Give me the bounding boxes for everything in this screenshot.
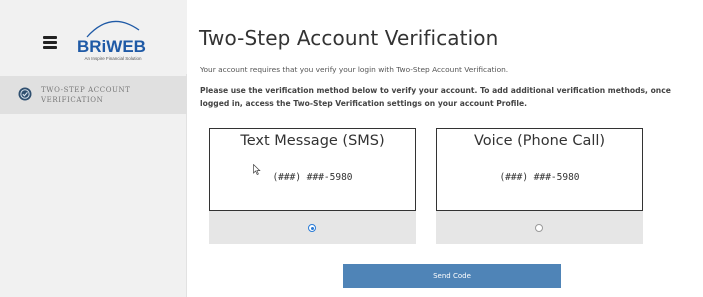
intro-text: Your account requires that you verify yo…: [200, 65, 509, 74]
voice-phone-number: (###) ###-5980: [499, 172, 580, 183]
svg-text:BRiWEB: BRiWEB: [77, 37, 146, 56]
page-title: Two-Step Account Verification: [199, 26, 499, 50]
sidebar-item-label: TWO-STEP ACCOUNT VERIFICATION: [41, 86, 131, 104]
voice-radio-area[interactable]: [436, 211, 643, 244]
voice-method-title: Voice (Phone Call): [473, 133, 606, 149]
sms-phone-number: (###) ###-5980: [272, 172, 353, 183]
sms-radio-area[interactable]: [209, 211, 416, 244]
sms-method-card[interactable]: Text Message (SMS) (###) ###-5980: [209, 128, 416, 244]
sidebar-item-two-step-verification[interactable]: TWO-STEP ACCOUNT VERIFICATION: [0, 76, 187, 114]
logo-tagline: An Inspire Financial Solution: [84, 56, 142, 61]
sms-method-title: Text Message (SMS): [240, 133, 385, 149]
send-code-button[interactable]: Send Code: [343, 264, 561, 288]
mouse-cursor-icon: [253, 164, 261, 175]
sidebar: BRiWEB An Inspire Financial Solution TWO…: [0, 0, 187, 297]
voice-method-box[interactable]: Voice (Phone Call) (###) ###-5980: [436, 128, 643, 211]
voice-method-card[interactable]: Voice (Phone Call) (###) ###-5980: [436, 128, 643, 244]
hamburger-menu-icon[interactable]: [43, 36, 57, 49]
sms-method-box[interactable]: Text Message (SMS) (###) ###-5980: [209, 128, 416, 211]
verification-badge-icon: [18, 87, 32, 101]
sms-radio-button[interactable]: [308, 224, 316, 232]
voice-radio-button[interactable]: [535, 224, 543, 232]
instructions-text: Please use the verification method below…: [200, 86, 671, 108]
brand-header: BRiWEB An Inspire Financial Solution: [0, 0, 187, 74]
